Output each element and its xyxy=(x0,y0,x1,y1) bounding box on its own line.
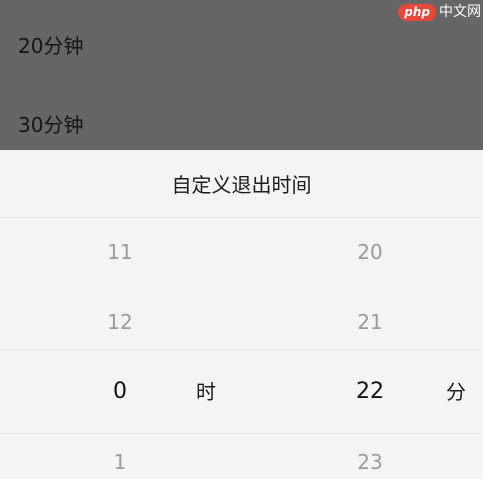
watermark: php 中文网 xyxy=(398,2,481,22)
hour-option[interactable]: 11 xyxy=(20,240,220,264)
timer-options-list-dimmed: 20分钟 30分钟 xyxy=(0,0,483,150)
timer-option-20min[interactable]: 20分钟 xyxy=(18,34,83,58)
hour-option[interactable]: 1 xyxy=(20,450,220,474)
minute-option[interactable]: 21 xyxy=(270,310,470,334)
minute-option-selected[interactable]: 22 xyxy=(270,380,470,404)
screen: 20分钟 30分钟 php 中文网 自定义退出时间 11 12 0 1 20 2… xyxy=(0,0,483,479)
watermark-logo: php xyxy=(398,3,436,21)
hour-option[interactable]: 12 xyxy=(20,310,220,334)
minute-option[interactable]: 20 xyxy=(270,240,470,264)
hour-picker-wheel[interactable]: 11 12 0 1 xyxy=(20,217,220,479)
minute-option[interactable]: 23 xyxy=(270,450,470,474)
timer-option-30min[interactable]: 30分钟 xyxy=(18,113,83,137)
hour-unit-label: 时 xyxy=(196,380,216,404)
minute-unit-label: 分 xyxy=(446,380,466,404)
hour-option-selected[interactable]: 0 xyxy=(20,380,220,404)
selection-divider-bottom xyxy=(0,433,483,434)
dialog-title: 自定义退出时间 xyxy=(171,173,312,197)
minute-picker-wheel[interactable]: 20 21 22 23 xyxy=(270,217,470,479)
watermark-text: 中文网 xyxy=(439,4,481,20)
selection-divider-top xyxy=(0,349,483,350)
custom-exit-time-dialog: 自定义退出时间 11 12 0 1 20 21 22 23 时 分 xyxy=(0,150,483,479)
